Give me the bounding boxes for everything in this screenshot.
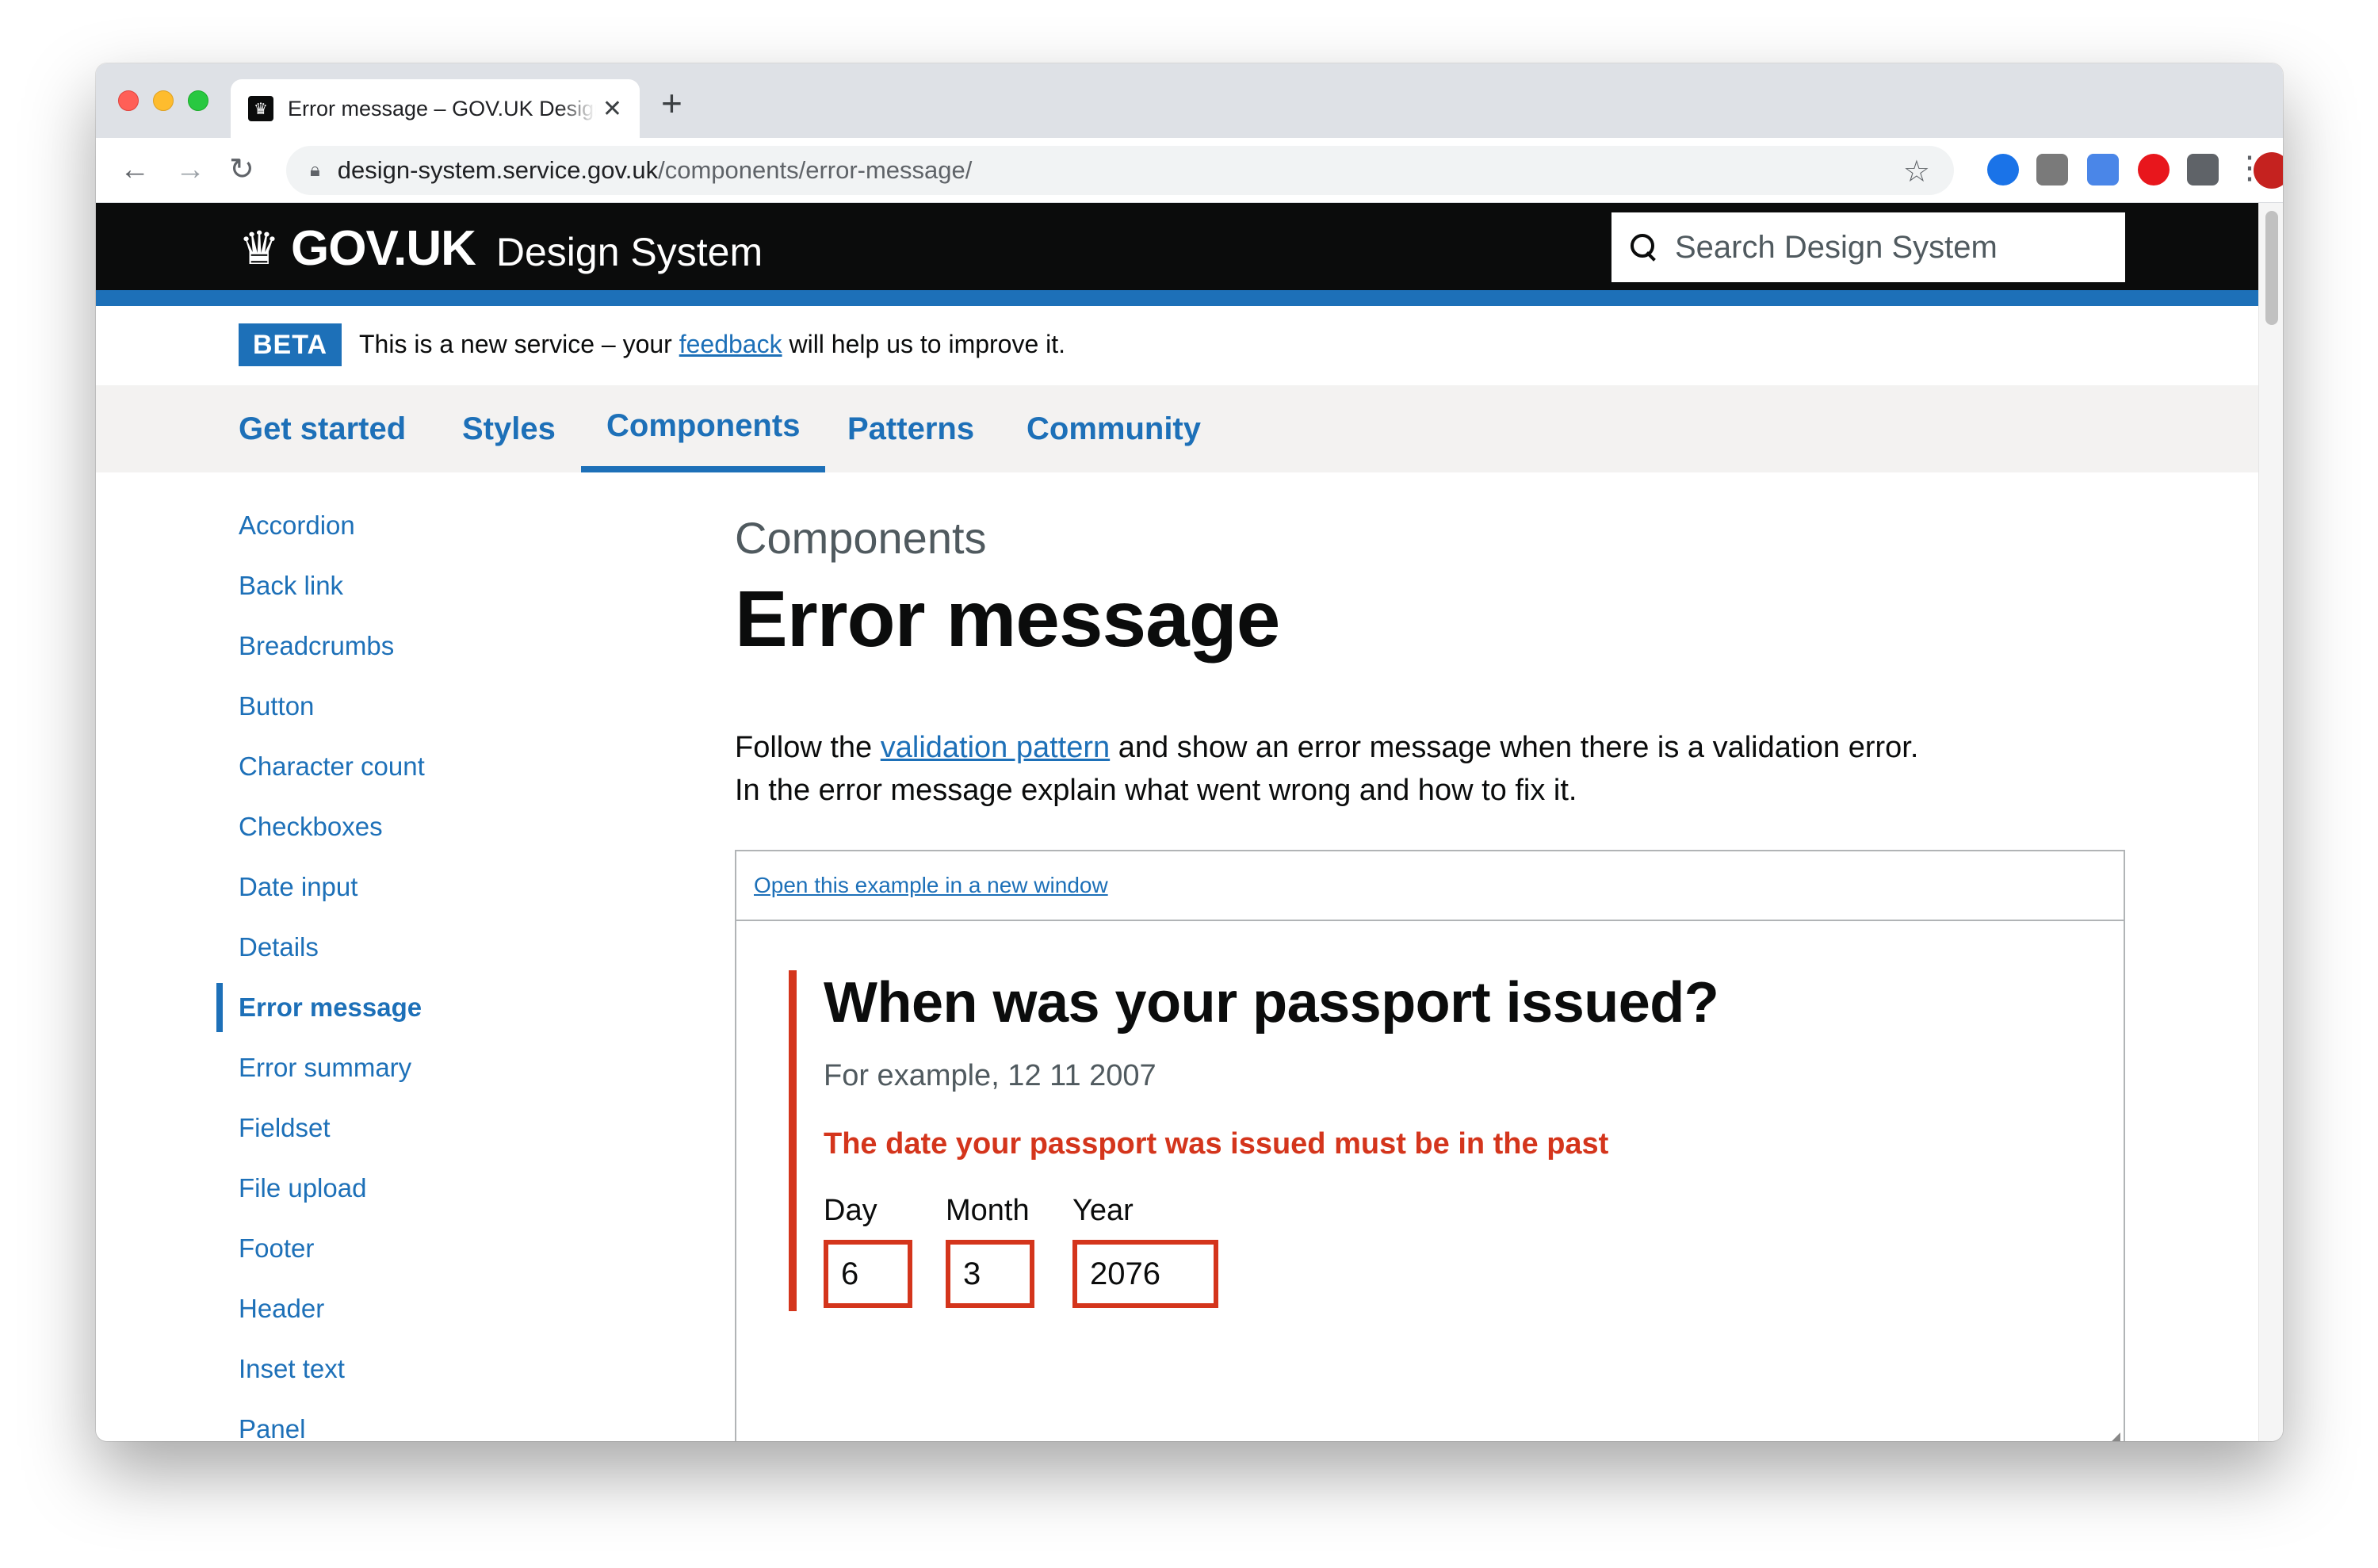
month-input[interactable]: 3 — [946, 1240, 1034, 1308]
year-label: Year — [1072, 1194, 1134, 1227]
scrollbar-thumb[interactable] — [2265, 211, 2278, 325]
extension-icon[interactable] — [2036, 154, 2068, 185]
more-menu-icon[interactable]: ⋮ — [2234, 151, 2265, 185]
browser-window: ♛ Error message – GOV.UK Design System ✕… — [96, 63, 2283, 1441]
feedback-link[interactable]: feedback — [679, 330, 782, 358]
extension-icon[interactable] — [2187, 154, 2219, 185]
page-caption: Components — [735, 513, 987, 563]
search-input[interactable]: Search Design System — [1611, 212, 2125, 282]
crown-icon: ♛ — [239, 222, 280, 274]
sidebar-item-footer[interactable]: Footer — [239, 1233, 314, 1264]
browser-toolbar: ← → ↻ 🔒︎ design-system.service.gov.uk/co… — [96, 138, 2283, 203]
open-example-link[interactable]: Open this example in a new window — [754, 873, 1108, 898]
product-name: Design System — [495, 229, 763, 274]
lock-icon: 🔒︎ — [310, 159, 320, 181]
site-header: ♛ GOV.UK Design System Search Design Sys… — [96, 203, 2258, 306]
new-tab-button[interactable]: + — [661, 85, 682, 121]
sidebar-item-checkboxes[interactable]: Checkboxes — [239, 812, 383, 842]
sidebar-item-accordion[interactable]: Accordion — [239, 511, 355, 541]
browser-tab[interactable]: ♛ Error message – GOV.UK Design System ✕ — [231, 79, 640, 138]
forward-arrow-icon[interactable]: → — [175, 152, 205, 187]
sidebar-item-back-link[interactable]: Back link — [239, 571, 343, 601]
password-manager-extension-icon[interactable] — [1987, 154, 2019, 185]
extension-icon[interactable] — [2087, 154, 2119, 185]
back-arrow-icon[interactable]: ← — [120, 152, 150, 187]
minimize-window-button[interactable] — [153, 90, 174, 111]
search-placeholder: Search Design System — [1675, 229, 1998, 265]
nav-item-community[interactable]: Community — [1027, 385, 1201, 472]
web-page: ♛ GOV.UK Design System Search Design Sys… — [96, 203, 2258, 1441]
sidebar-item-details[interactable]: Details — [239, 932, 319, 962]
nav-item-patterns[interactable]: Patterns — [847, 385, 974, 472]
sidebar-item-error-message[interactable]: Error message — [239, 992, 422, 1023]
tab-title: Error message – GOV.UK Design System — [288, 96, 596, 120]
tab-strip: ♛ Error message – GOV.UK Design System ✕… — [96, 63, 2283, 138]
sidebar-item-date-input[interactable]: Date input — [239, 872, 357, 902]
sidebar-item-fieldset[interactable]: Fieldset — [239, 1113, 331, 1143]
resize-handle-icon[interactable]: ◢ — [2108, 1428, 2120, 1441]
day-label: Day — [824, 1194, 877, 1227]
sidebar-active-indicator — [216, 983, 223, 1032]
beta-tag: BETA — [239, 323, 342, 366]
sidebar-item-file-upload[interactable]: File upload — [239, 1173, 366, 1203]
year-input[interactable]: 2076 — [1072, 1240, 1218, 1308]
main-navigation: Get started Styles Components Patterns C… — [96, 385, 2258, 472]
question-heading: When was your passport issued? — [824, 971, 1719, 1034]
example-frame: Open this example in a new window When w… — [735, 850, 2125, 1441]
address-bar[interactable]: 🔒︎ design-system.service.gov.uk/componen… — [286, 146, 1954, 195]
beta-text: This is a new service – your feedback wi… — [359, 330, 1066, 358]
bookmark-star-icon[interactable]: ☆ — [1903, 154, 1930, 189]
sidebar-item-breadcrumbs[interactable]: Breadcrumbs — [239, 631, 394, 661]
nav-item-components[interactable]: Components — [581, 385, 826, 472]
example-header: Open this example in a new window — [736, 851, 2124, 921]
sidebar-item-error-summary[interactable]: Error summary — [239, 1053, 411, 1083]
sidebar-item-button[interactable]: Button — [239, 691, 314, 721]
page-title: Error message — [735, 575, 1280, 664]
url-text: design-system.service.gov.uk/components/… — [337, 156, 973, 184]
sidebar-item-character-count[interactable]: Character count — [239, 751, 425, 782]
sidebar-item-inset-text[interactable]: Inset text — [239, 1354, 345, 1384]
day-input[interactable]: 6 — [824, 1240, 912, 1308]
close-window-button[interactable] — [118, 90, 139, 111]
month-label: Month — [946, 1194, 1030, 1227]
logo-text: GOV.UK — [291, 221, 476, 276]
error-left-border — [789, 970, 797, 1311]
error-message: The date your passport was issued must b… — [824, 1127, 1609, 1161]
sidebar-item-panel[interactable]: Panel — [239, 1414, 305, 1441]
sidebar-item-header[interactable]: Header — [239, 1294, 324, 1324]
site-logo[interactable]: ♛ GOV.UK Design System — [239, 220, 763, 277]
nav-item-styles[interactable]: Styles — [462, 385, 556, 472]
close-tab-icon[interactable]: ✕ — [602, 95, 622, 123]
nav-item-get-started[interactable]: Get started — [239, 385, 406, 472]
crown-favicon-icon: ♛ — [248, 96, 273, 121]
maximize-window-button[interactable] — [188, 90, 208, 111]
phase-banner: BETA This is a new service – your feedba… — [96, 306, 2258, 385]
search-icon — [1631, 234, 1657, 261]
validation-pattern-link[interactable]: validation pattern — [881, 731, 1110, 764]
hint-text: For example, 12 11 2007 — [824, 1059, 1157, 1092]
page-lede: Follow the validation pattern and show a… — [735, 731, 1919, 807]
reload-icon[interactable]: ↻ — [229, 152, 254, 187]
opera-extension-icon[interactable] — [2138, 154, 2170, 185]
vertical-scrollbar[interactable] — [2258, 203, 2283, 1441]
